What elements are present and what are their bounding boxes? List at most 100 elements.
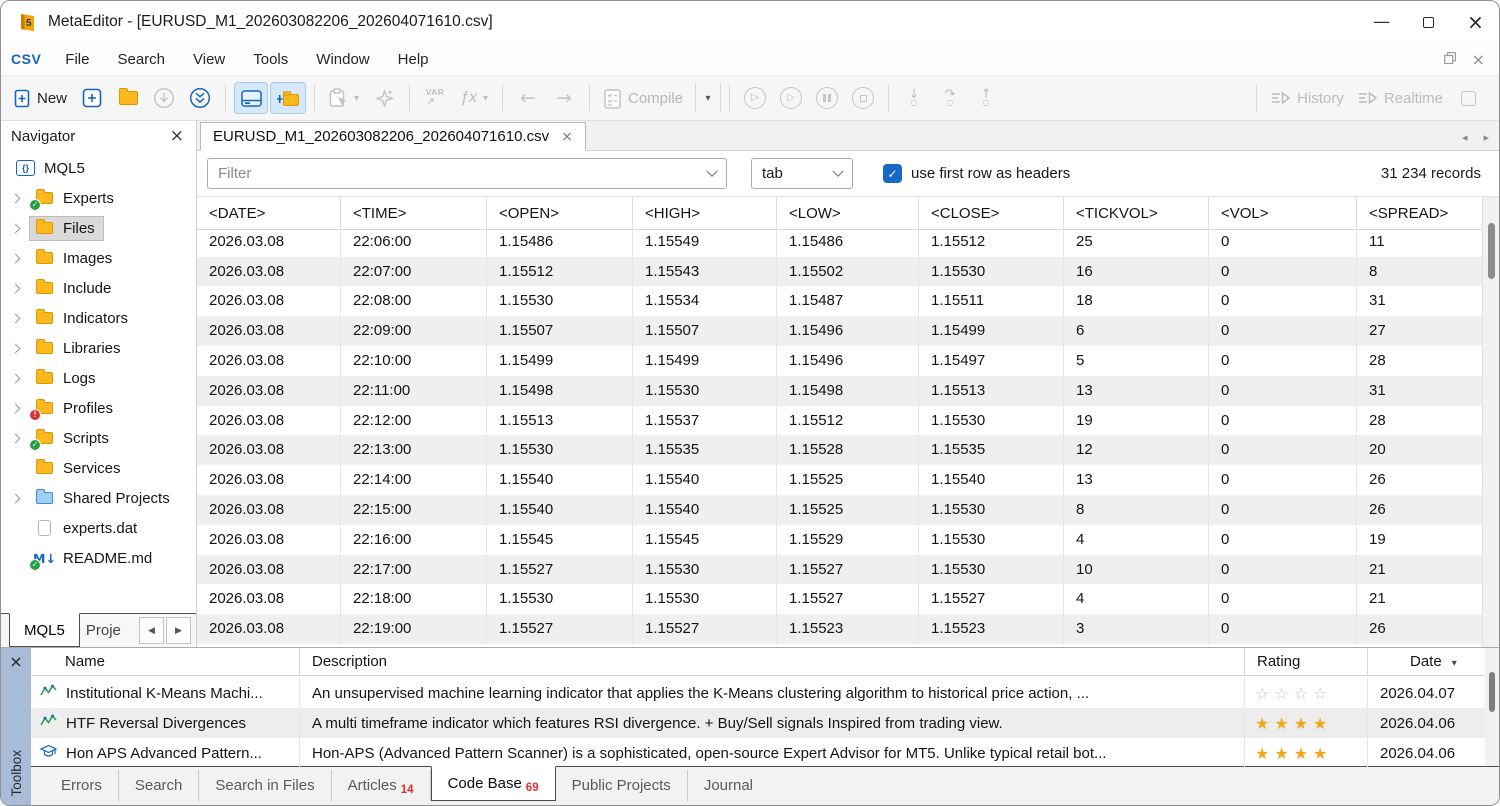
bottom-tab-journal[interactable]: Journal (688, 770, 769, 801)
menu-item-tools[interactable]: Tools (239, 51, 302, 68)
toolbox-close-icon[interactable]: × (9, 652, 22, 671)
menu-item-file[interactable]: File (51, 51, 103, 68)
new-file-button[interactable]: New (7, 82, 73, 114)
open-file-button[interactable] (111, 82, 145, 114)
tree-item-indicators[interactable]: Indicators (1, 303, 196, 333)
bottom-tab-errors[interactable]: Errors (45, 770, 119, 801)
compile-button[interactable]: Compile (598, 82, 689, 114)
toolbox-column-header-date[interactable]: Date▾ (1368, 648, 1485, 676)
tree-item-scripts[interactable]: ✓Scripts (1, 423, 196, 453)
tree-item-services[interactable]: Services (1, 453, 196, 483)
column-header-low[interactable]: <LOW> (777, 197, 919, 230)
insert-function-button[interactable]: ƒx ▾ (454, 82, 494, 114)
filter-input[interactable] (218, 165, 708, 182)
tree-item-experts-dat[interactable]: experts.dat (1, 513, 196, 543)
new-item-button[interactable] (75, 82, 109, 114)
column-header-tickvol[interactable]: <TICKVOL> (1064, 197, 1209, 230)
restore-document-button[interactable] (1444, 51, 1456, 68)
minimize-button[interactable]: — (1358, 1, 1405, 43)
chevron-right-icon[interactable] (10, 223, 20, 233)
chevron-right-icon[interactable] (10, 343, 20, 353)
column-header-close[interactable]: <CLOSE> (919, 197, 1064, 230)
delimiter-select[interactable]: tab (751, 158, 853, 189)
close-document-button[interactable]: × (1472, 50, 1485, 69)
save-button[interactable] (147, 82, 181, 114)
tab-scroll-left-button[interactable]: ◂ (1462, 131, 1468, 144)
codebase-row-name[interactable]: Institutional K-Means Machi... (31, 678, 300, 708)
tree-item-shared-projects[interactable]: Shared Projects (1, 483, 196, 513)
tab-close-icon[interactable]: × (561, 129, 573, 145)
toggle-toolbox-button[interactable] (270, 82, 306, 114)
step-into-button[interactable]: ↓○ (897, 82, 931, 114)
download-all-button[interactable] (183, 82, 217, 114)
next-tab-button[interactable]: ▶ (166, 617, 191, 644)
column-header-high[interactable]: <HIGH> (633, 197, 777, 230)
tree-item-readme-md[interactable]: M↓✓README.md (1, 543, 196, 573)
column-header-vol[interactable]: <VOL> (1209, 197, 1357, 230)
maximize-button[interactable] (1405, 1, 1452, 43)
prev-tab-button[interactable]: ◀ (139, 617, 164, 644)
chevron-right-icon[interactable] (10, 433, 20, 443)
navigator-tab-proje[interactable]: Proje (80, 614, 124, 647)
debug-history-button[interactable]: ▷ (738, 82, 772, 114)
tab-scroll-right-button[interactable]: ▸ (1483, 131, 1489, 144)
chevron-right-icon[interactable] (10, 373, 20, 383)
filter-combobox[interactable] (207, 158, 727, 189)
bottom-tab-search[interactable]: Search (119, 770, 200, 801)
codebase-row-name[interactable]: HTF Reversal Divergences (31, 708, 300, 738)
column-header-spread[interactable]: <SPREAD> (1357, 197, 1482, 230)
history-button[interactable]: History (1265, 82, 1350, 114)
chevron-right-icon[interactable] (10, 493, 20, 503)
menu-item-help[interactable]: Help (384, 51, 443, 68)
scrollbar-thumb[interactable] (1488, 223, 1495, 279)
menu-item-search[interactable]: Search (103, 51, 179, 68)
tree-item-experts[interactable]: ✓Experts (1, 183, 196, 213)
pause-button[interactable] (810, 82, 844, 114)
first-row-headers-checkbox[interactable]: ✓ (883, 164, 902, 183)
tree-item-logs[interactable]: Logs (1, 363, 196, 393)
navigator-tab-mql5[interactable]: MQL5 (9, 613, 80, 647)
close-button[interactable]: × (1452, 1, 1499, 43)
tree-root-mql5[interactable]: {}MQL5 (1, 153, 196, 183)
tree-item-files[interactable]: Files (1, 213, 196, 243)
tree-item-include[interactable]: Include (1, 273, 196, 303)
paste-special-button[interactable]: ▾ (323, 82, 365, 114)
bottom-tab-articles[interactable]: Articles14 (332, 770, 431, 801)
navigator-close-icon[interactable]: × (170, 126, 184, 146)
chevron-right-icon[interactable] (10, 283, 20, 293)
column-header-open[interactable]: <OPEN> (487, 197, 633, 230)
debug-realtime-button[interactable]: ▷ (774, 82, 808, 114)
bottom-tab-search-in-files[interactable]: Search in Files (199, 770, 331, 801)
chevron-right-icon[interactable] (10, 193, 20, 203)
bottom-tab-public-projects[interactable]: Public Projects (556, 770, 688, 801)
scrollbar-thumb[interactable] (1489, 672, 1495, 712)
column-header-time[interactable]: <TIME> (341, 197, 487, 230)
toolbox-column-header-name[interactable]: Name (31, 648, 300, 676)
realtime-button[interactable]: Realtime (1352, 82, 1449, 114)
step-out-button[interactable]: ↑○ (969, 82, 1003, 114)
toolbox-column-header-description[interactable]: Description (300, 648, 1245, 676)
step-over-button[interactable]: ↷○ (933, 82, 967, 114)
bottom-tab-code-base[interactable]: Code Base69 (431, 766, 556, 801)
menu-item-window[interactable]: Window (302, 51, 383, 68)
navigate-forward-button[interactable]: → (547, 82, 581, 114)
tree-item-profiles[interactable]: !Profiles (1, 393, 196, 423)
chevron-right-icon[interactable] (10, 253, 20, 263)
menu-item-view[interactable]: View (179, 51, 239, 68)
tree-item-libraries[interactable]: Libraries (1, 333, 196, 363)
ai-assistant-button[interactable] (367, 82, 401, 114)
compile-dropdown-button[interactable]: ▾ (695, 83, 721, 113)
vertical-scrollbar[interactable] (1482, 197, 1499, 647)
toggle-navigator-button[interactable] (234, 82, 268, 114)
tree-item-images[interactable]: Images (1, 243, 196, 273)
document-tab[interactable]: EURUSD_M1_202603082206_202604071610.csv … (200, 122, 586, 151)
codebase-row-rating[interactable]: ☆☆☆☆ (1245, 678, 1368, 708)
toolbox-column-header-rating[interactable]: Rating (1245, 648, 1368, 676)
codebase-row-name[interactable]: Hon APS Advanced Pattern... (31, 738, 300, 768)
stop-button[interactable] (846, 82, 880, 114)
toolbox-vertical-scrollbar[interactable] (1485, 648, 1499, 766)
chevron-right-icon[interactable] (10, 313, 20, 323)
panel-square-button[interactable] (1451, 82, 1485, 114)
codebase-row-rating[interactable]: ★★★★ (1245, 738, 1368, 768)
navigate-back-button[interactable]: ← (511, 82, 545, 114)
